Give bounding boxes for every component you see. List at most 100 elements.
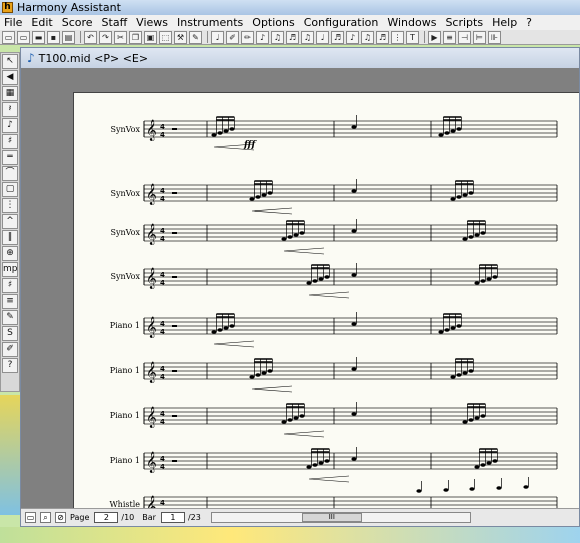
menu-file[interactable]: File: [4, 16, 22, 29]
rest-icon[interactable]: ♬: [286, 30, 299, 44]
horizontal-scrollbar[interactable]: III: [210, 512, 471, 523]
note-head: [324, 275, 330, 279]
globe-icon[interactable]: ⊕: [2, 246, 18, 261]
time-signature: 4: [160, 279, 165, 287]
dynamics-icon[interactable]: mp: [2, 262, 18, 277]
treble-clef: 𝄞: [146, 268, 157, 289]
percussion-icon[interactable]: ♯: [2, 278, 18, 293]
ornament-icon[interactable]: ♬: [331, 30, 344, 44]
save-icon[interactable]: ▪: [47, 30, 60, 44]
note-icon[interactable]: ♪: [2, 118, 18, 133]
note-head: [249, 375, 255, 379]
rest-mark: [172, 325, 177, 327]
menu-views[interactable]: Views: [136, 16, 168, 29]
mixer-icon[interactable]: ⊣: [458, 30, 471, 44]
score-page[interactable]: SynVox SynVox SynVox SynVox Piano 1 Pian…: [73, 92, 579, 508]
rest-mark: [172, 232, 177, 234]
note-head: [255, 373, 261, 377]
note-head: [229, 324, 235, 328]
chord-icon[interactable]: ♫: [271, 30, 284, 44]
note-head: [318, 461, 324, 465]
time-signature: 4: [160, 271, 165, 279]
rest-icon[interactable]: 𝄽: [2, 102, 18, 117]
paste-icon[interactable]: ▣: [144, 30, 157, 44]
voice-icon[interactable]: ♩: [211, 30, 224, 44]
treble-clef: 𝄞: [146, 224, 157, 245]
edit-icon[interactable]: ✐: [226, 30, 239, 44]
undo-icon[interactable]: ↶: [84, 30, 97, 44]
note-head: [281, 420, 287, 424]
cut-icon[interactable]: ✂: [114, 30, 127, 44]
note-head: [486, 277, 492, 281]
tempo-icon[interactable]: ⊨: [473, 30, 486, 44]
note-head: [287, 235, 293, 239]
chord-grid-icon[interactable]: ≡: [2, 294, 18, 309]
menu-help[interactable]: Help: [492, 16, 517, 29]
open-folder-icon[interactable]: ▬: [32, 30, 45, 44]
beam-icon[interactable]: ═: [2, 150, 18, 165]
align-icon[interactable]: ≡: [443, 30, 456, 44]
text-icon[interactable]: T: [406, 30, 419, 44]
stop-icon[interactable]: ⊘: [55, 512, 66, 523]
main-toolbar: ▭ ▭ ▬ ▪ ▤ ↶ ↷ ✂ ❐ ▣ ⬚ ⚒ ✎ ♩ ✐ ✏ ♪ ♫ ♬ ♫ …: [0, 30, 580, 45]
redo-icon[interactable]: ↷: [99, 30, 112, 44]
time-signature: 4: [160, 418, 165, 426]
note-head: [261, 193, 267, 197]
note-head: [462, 420, 468, 424]
score-area[interactable]: SynVox SynVox SynVox SynVox Piano 1 Pian…: [21, 68, 579, 508]
midi-icon[interactable]: ⊪: [488, 30, 501, 44]
menu-edit[interactable]: Edit: [31, 16, 52, 29]
bar-icon[interactable]: ‖: [2, 230, 18, 245]
help-icon[interactable]: ?: [2, 358, 18, 373]
open-icon[interactable]: ▭: [17, 30, 30, 44]
page-view-icon[interactable]: ▭: [25, 512, 36, 523]
play-icon[interactable]: ▶: [428, 30, 441, 44]
note-head: [351, 125, 357, 129]
accent-icon[interactable]: ^: [2, 214, 18, 229]
print-icon[interactable]: ▤: [62, 30, 75, 44]
note-head: [318, 277, 324, 281]
tie-icon[interactable]: ♪: [346, 30, 359, 44]
copy-icon[interactable]: ❐: [129, 30, 142, 44]
beam-icon[interactable]: ♫: [301, 30, 314, 44]
bar-field[interactable]: 1: [160, 512, 185, 523]
tool-icon[interactable]: ⚒: [174, 30, 187, 44]
box-icon[interactable]: ▢: [2, 182, 18, 197]
menu-instruments[interactable]: Instruments: [177, 16, 243, 29]
app-icon: h: [2, 2, 13, 13]
arpeggio-icon[interactable]: ⋮: [391, 30, 404, 44]
page-field[interactable]: 2: [94, 512, 119, 523]
new-doc-icon[interactable]: ▭: [2, 30, 15, 44]
staccato-icon[interactable]: ♩: [316, 30, 329, 44]
brush-icon[interactable]: ✎: [189, 30, 202, 44]
s-icon[interactable]: S: [2, 326, 18, 341]
menu-scripts[interactable]: Scripts: [445, 16, 483, 29]
slur-icon[interactable]: ⌒: [2, 166, 18, 181]
document-titlebar[interactable]: ♪ T100.mid <P> <E>: [21, 48, 579, 68]
pencil-icon[interactable]: ✏: [241, 30, 254, 44]
toolbar-separator: [80, 31, 81, 43]
menu-options[interactable]: Options: [252, 16, 294, 29]
note-icon[interactable]: ♪: [256, 30, 269, 44]
menu-configuration[interactable]: Configuration: [304, 16, 379, 29]
pencil-icon[interactable]: ✎: [2, 310, 18, 325]
note-head: [351, 229, 357, 233]
speaker-icon[interactable]: ◀: [2, 70, 18, 85]
menu-staff[interactable]: Staff: [102, 16, 128, 29]
scrollbar-thumb[interactable]: III: [301, 513, 362, 522]
select-icon[interactable]: ⬚: [159, 30, 172, 44]
menu-windows[interactable]: Windows: [387, 16, 436, 29]
brush-icon[interactable]: ✐: [2, 342, 18, 357]
time-signature: 4: [160, 227, 165, 235]
note-head: [217, 328, 223, 332]
arrow-icon[interactable]: ↖: [2, 54, 18, 69]
keyboard-icon[interactable]: ▦: [2, 86, 18, 101]
grace-icon[interactable]: ♬: [376, 30, 389, 44]
menu-question[interactable]: ?: [526, 16, 532, 29]
menu-score[interactable]: Score: [62, 16, 93, 29]
sharp-icon[interactable]: ♯: [2, 134, 18, 149]
time-signature: 4: [160, 410, 165, 418]
zoom-icon[interactable]: ⌕: [40, 512, 51, 523]
tuplet-icon[interactable]: ♫: [361, 30, 374, 44]
dots-icon[interactable]: ⋮: [2, 198, 18, 213]
